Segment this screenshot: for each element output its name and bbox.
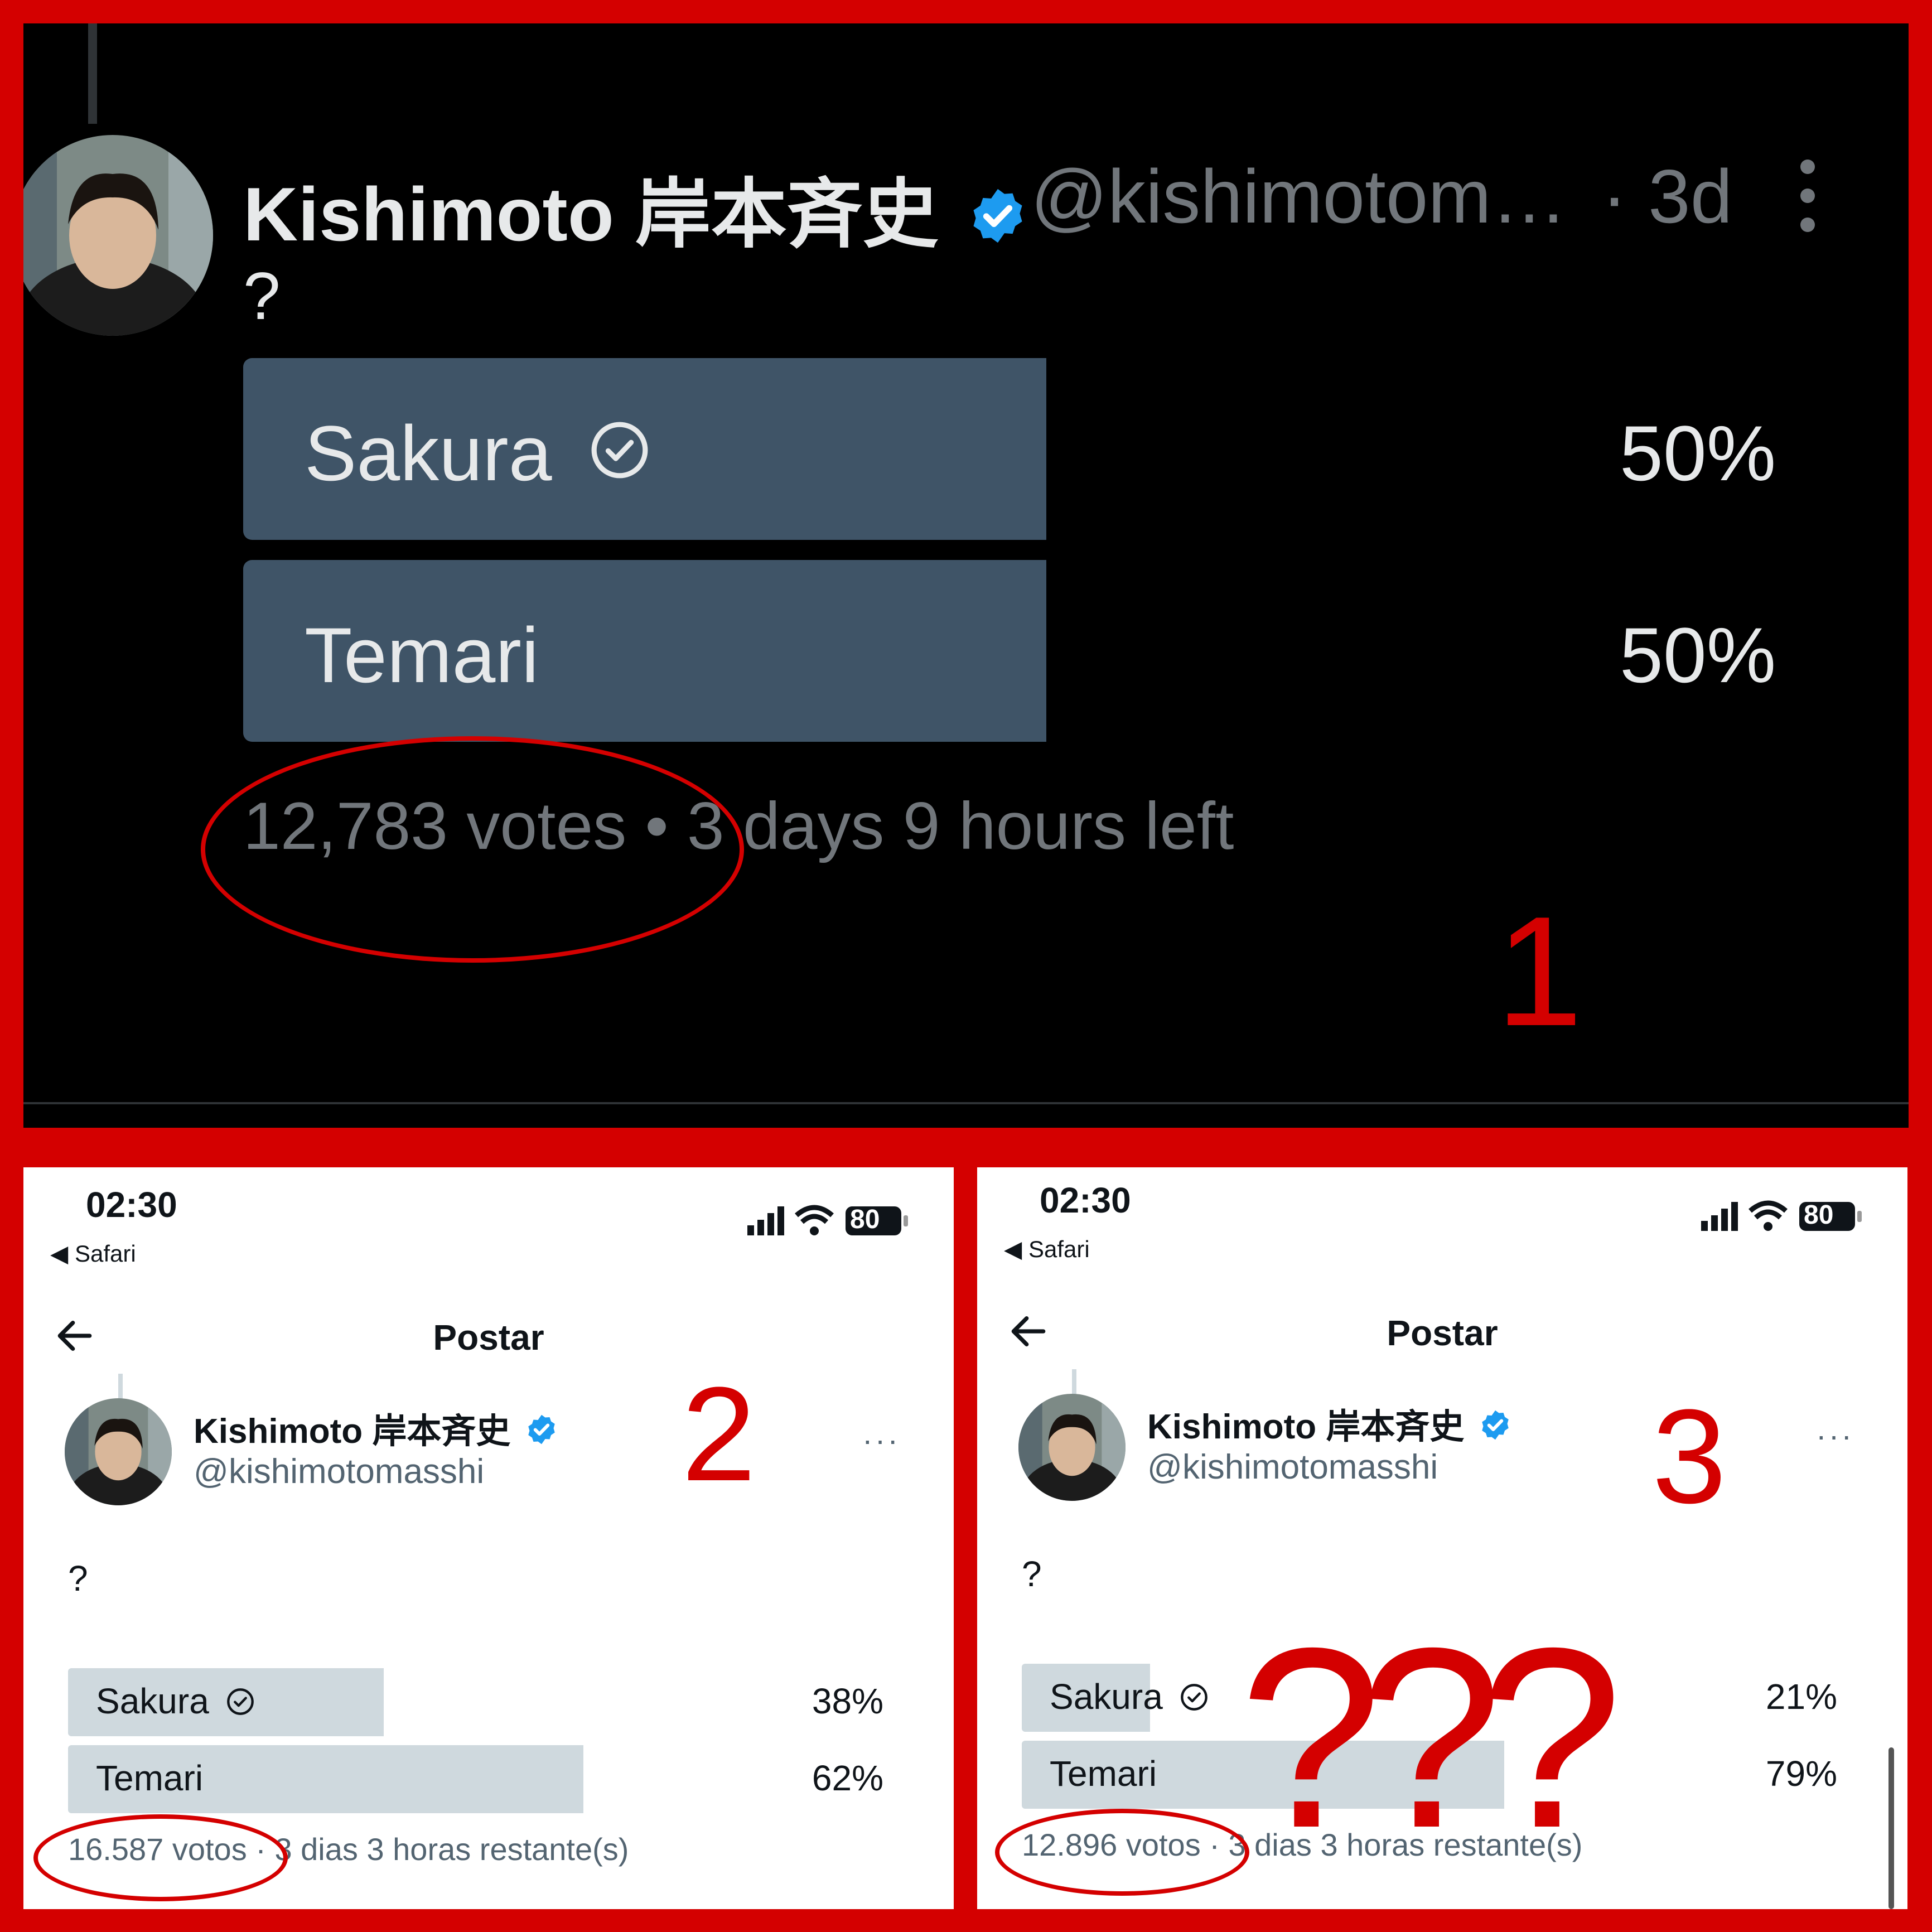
- tweet-text: ?: [1022, 1554, 1042, 1594]
- back-to-safari-link[interactable]: ◀ Safari: [50, 1240, 136, 1267]
- status-time: 02:30: [1040, 1180, 1131, 1220]
- handle[interactable]: @kishimotomasshi: [1147, 1447, 1438, 1487]
- display-name-text: Kishimoto 岸本斉史: [1147, 1408, 1465, 1446]
- check-circle-icon: [226, 1683, 255, 1725]
- thread-line: [88, 23, 97, 124]
- back-to-safari-link[interactable]: ◀ Safari: [1004, 1235, 1090, 1263]
- poll-option-label: Temari: [96, 1758, 204, 1798]
- display-name-text: Kishimoto 岸本斉史: [243, 172, 939, 257]
- poll-option-temari[interactable]: Temari: [243, 560, 1046, 742]
- poll-percent: 62%: [812, 1758, 883, 1798]
- poll-percent: 50%: [1620, 409, 1776, 497]
- poll-percent: 79%: [1765, 1754, 1837, 1794]
- highlight-circle: [201, 736, 744, 963]
- handle[interactable]: @kishimotomasshi: [194, 1452, 484, 1491]
- avatar[interactable]: [23, 135, 213, 336]
- divider: [23, 1102, 1909, 1104]
- poll-option-label: Temari: [1050, 1754, 1157, 1794]
- poll-option-label: Sakura: [305, 409, 552, 497]
- question-marks-annotation: ???: [1239, 1595, 1622, 1881]
- display-name-text: Kishimoto 岸本斉史: [194, 1412, 511, 1451]
- panel-1-dark-tweet: Kishimoto 岸本斉史 @kishimotom… · 3d ? Sakur…: [23, 23, 1909, 1128]
- display-name[interactable]: Kishimoto 岸本斉史: [1147, 1398, 1512, 1450]
- poll-option-label: Temari: [305, 611, 539, 699]
- annotation-number: 1: [1496, 885, 1583, 1059]
- tweet-text: ?: [68, 1558, 88, 1598]
- verified-badge-icon: [1479, 1408, 1512, 1450]
- highlight-circle: [995, 1809, 1249, 1896]
- display-name[interactable]: Kishimoto 岸本斉史: [194, 1403, 558, 1455]
- annotation-number: 2: [682, 1359, 756, 1509]
- panel-2-light-tweet: 02:30 ◀ Safari 80 Postar Kishimoto 岸本斉史 …: [23, 1167, 954, 1909]
- poll-option-sakura[interactable]: Sakura: [243, 358, 1046, 540]
- verified-badge-icon: [967, 177, 1028, 264]
- more-options-icon[interactable]: ···: [862, 1422, 900, 1458]
- signal-wifi-icon: [747, 1205, 908, 1235]
- panel-3-light-tweet: 02:30 ◀ Safari 80 Postar Kishimoto 岸本斉史 …: [977, 1167, 1907, 1909]
- scrollbar[interactable]: [1888, 1747, 1894, 1909]
- status-bar-icons: 80: [747, 1201, 909, 1240]
- more-options-icon[interactable]: [1800, 160, 1817, 232]
- check-circle-icon: [1180, 1679, 1209, 1720]
- battery-level: 80: [1804, 1200, 1834, 1230]
- handle[interactable]: @kishimotom…: [1031, 153, 1567, 240]
- poll-option-text: Sakura: [96, 1681, 209, 1721]
- poll-percent: 21%: [1765, 1677, 1837, 1717]
- poll-option-label: Sakura: [96, 1680, 255, 1725]
- display-name[interactable]: Kishimoto 岸本斉史: [243, 153, 1028, 264]
- annotation-number: 3: [1652, 1382, 1727, 1531]
- poll-option-text: Sakura: [1050, 1677, 1163, 1717]
- avatar[interactable]: [1018, 1394, 1126, 1501]
- page-title: Postar: [433, 1317, 544, 1358]
- tweet-text: ?: [243, 259, 281, 334]
- poll-option-label: Sakura: [1050, 1676, 1209, 1720]
- highlight-circle: [33, 1814, 288, 1901]
- page-title: Postar: [1387, 1313, 1498, 1353]
- status-time: 02:30: [86, 1185, 177, 1225]
- avatar[interactable]: [65, 1398, 172, 1505]
- timestamp[interactable]: · 3d: [1602, 153, 1732, 240]
- more-options-icon[interactable]: ···: [1816, 1417, 1854, 1453]
- verified-badge-icon: [525, 1413, 558, 1455]
- poll-percent: 38%: [812, 1681, 883, 1721]
- status-bar-icons: 80: [1701, 1196, 1863, 1235]
- check-circle-icon: [589, 419, 650, 484]
- signal-wifi-icon: [1701, 1200, 1862, 1231]
- battery-level: 80: [850, 1205, 880, 1234]
- poll-percent: 50%: [1620, 611, 1776, 699]
